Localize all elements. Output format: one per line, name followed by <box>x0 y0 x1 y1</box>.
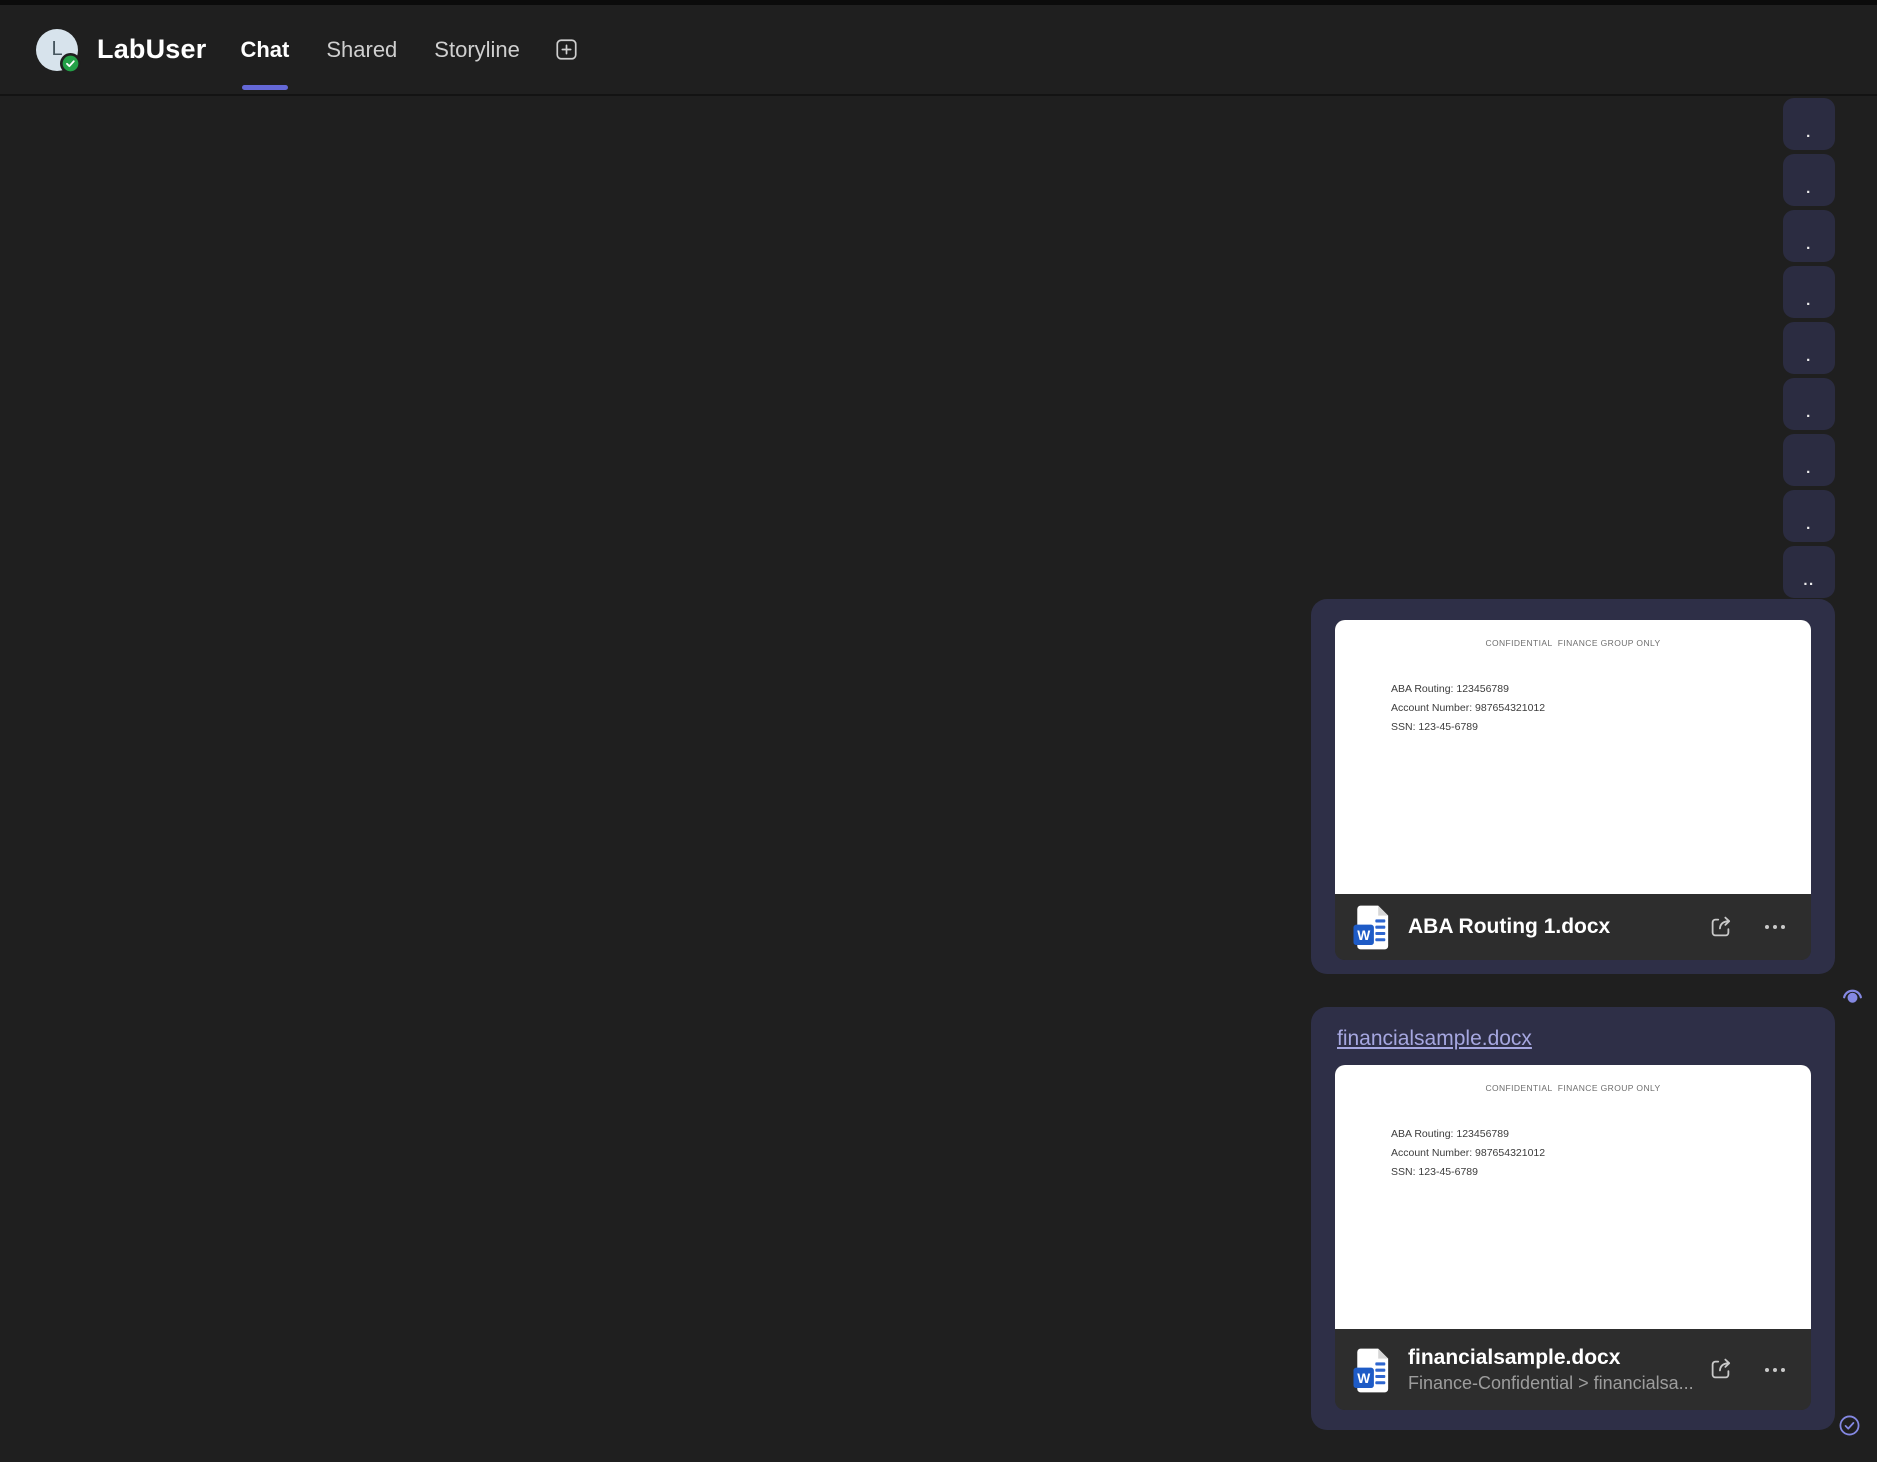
page-title: LabUser <box>97 34 207 64</box>
more-options-button[interactable] <box>1761 913 1789 941</box>
chat-header: L LabUser Chat Shared Storyline <box>0 5 1877 96</box>
tab-bar: Chat Shared Storyline <box>240 35 519 65</box>
preview-line: ABA Routing: 123456789 <box>1391 1128 1509 1140</box>
preview-line: ABA Routing: 123456789 <box>1391 683 1509 695</box>
rail-tile[interactable]: . <box>1783 154 1835 206</box>
rail-tile[interactable]: . <box>1783 98 1835 150</box>
rail-tile[interactable]: . <box>1783 378 1835 430</box>
ellipsis-icon <box>1765 925 1785 929</box>
presence-available-icon <box>60 52 81 74</box>
rail-tile[interactable]: . <box>1783 210 1835 262</box>
file-card-aba-routing[interactable]: CONFIDENTIAL FINANCE GROUP ONLY ABA Rout… <box>1335 620 1811 960</box>
rail-tile[interactable]: . <box>1783 434 1835 486</box>
file-card-actions <box>1706 913 1789 941</box>
document-preview: CONFIDENTIAL FINANCE GROUP ONLY ABA Rout… <box>1335 620 1811 894</box>
sent-message-bubble: financialsample.docx CONFIDENTIAL FINANC… <box>1311 1007 1835 1430</box>
preview-line: SSN: 123-45-6789 <box>1391 721 1478 733</box>
ellipsis-icon <box>1765 1367 1785 1372</box>
word-file-icon: W <box>1353 905 1389 950</box>
file-meta: ABA Routing 1.docx <box>1408 915 1610 939</box>
document-preview: CONFIDENTIAL FINANCE GROUP ONLY ABA Rout… <box>1335 1065 1811 1329</box>
preview-banner-text: CONFIDENTIAL FINANCE GROUP ONLY <box>1485 1083 1661 1093</box>
rail-tile[interactable]: . <box>1783 322 1835 374</box>
preview-body: ABA Routing: 123456789 Account Number: 9… <box>1391 1129 1811 1178</box>
file-name: ABA Routing 1.docx <box>1408 915 1611 938</box>
avatar[interactable]: L <box>36 28 81 74</box>
rail-tile[interactable]: . <box>1783 490 1835 542</box>
rail-tile-more[interactable]: .. <box>1783 546 1835 598</box>
plus-square-icon <box>556 39 577 60</box>
file-name: financialsample.docx <box>1408 1345 1621 1369</box>
right-rail: . . . . . . . . .. <box>1783 98 1835 598</box>
file-link[interactable]: financialsample.docx <box>1337 1027 1532 1050</box>
file-card-actions <box>1706 1356 1789 1384</box>
share-button[interactable] <box>1706 1356 1734 1384</box>
add-tab-button[interactable] <box>553 36 580 63</box>
tab-chat[interactable]: Chat <box>240 35 289 65</box>
teams-dark-window: { "header": { "app_user": "LabUser", "av… <box>0 0 1877 1462</box>
svg-text:W: W <box>1357 1371 1370 1386</box>
file-location: Finance-Confidential > financialsa... <box>1408 1372 1694 1393</box>
sent-receipt-icon <box>1837 1413 1862 1438</box>
preview-line: Account Number: 987654321012 <box>1391 702 1546 714</box>
more-options-button[interactable] <box>1761 1356 1789 1384</box>
share-icon <box>1711 916 1730 936</box>
file-card-footer: W financialsample.docx Finance-Confident… <box>1335 1329 1811 1410</box>
file-meta: financialsample.docx Finance-Confidentia… <box>1408 1345 1694 1394</box>
sent-message-bubble: CONFIDENTIAL FINANCE GROUP ONLY ABA Rout… <box>1311 599 1835 974</box>
preview-banner-text: CONFIDENTIAL FINANCE GROUP ONLY <box>1485 638 1661 648</box>
preview-body: ABA Routing: 123456789 Account Number: 9… <box>1391 684 1811 733</box>
share-icon <box>1711 1358 1730 1379</box>
preview-line: Account Number: 987654321012 <box>1391 1147 1546 1159</box>
read-receipt-icon <box>1839 982 1866 1009</box>
tab-storyline[interactable]: Storyline <box>434 35 520 65</box>
message-text: financialsample.docx <box>1337 1025 1811 1053</box>
file-card-financialsample[interactable]: CONFIDENTIAL FINANCE GROUP ONLY ABA Rout… <box>1335 1065 1811 1410</box>
share-button[interactable] <box>1706 913 1734 941</box>
message-thread: CONFIDENTIAL FINANCE GROUP ONLY ABA Rout… <box>1311 599 1835 1430</box>
rail-tile[interactable]: . <box>1783 266 1835 318</box>
preview-line: SSN: 123-45-6789 <box>1391 1166 1478 1178</box>
svg-text:W: W <box>1357 928 1370 943</box>
file-card-footer: W ABA Routing 1.docx <box>1335 894 1811 960</box>
tab-shared[interactable]: Shared <box>326 35 397 65</box>
word-file-icon: W <box>1353 1348 1389 1392</box>
